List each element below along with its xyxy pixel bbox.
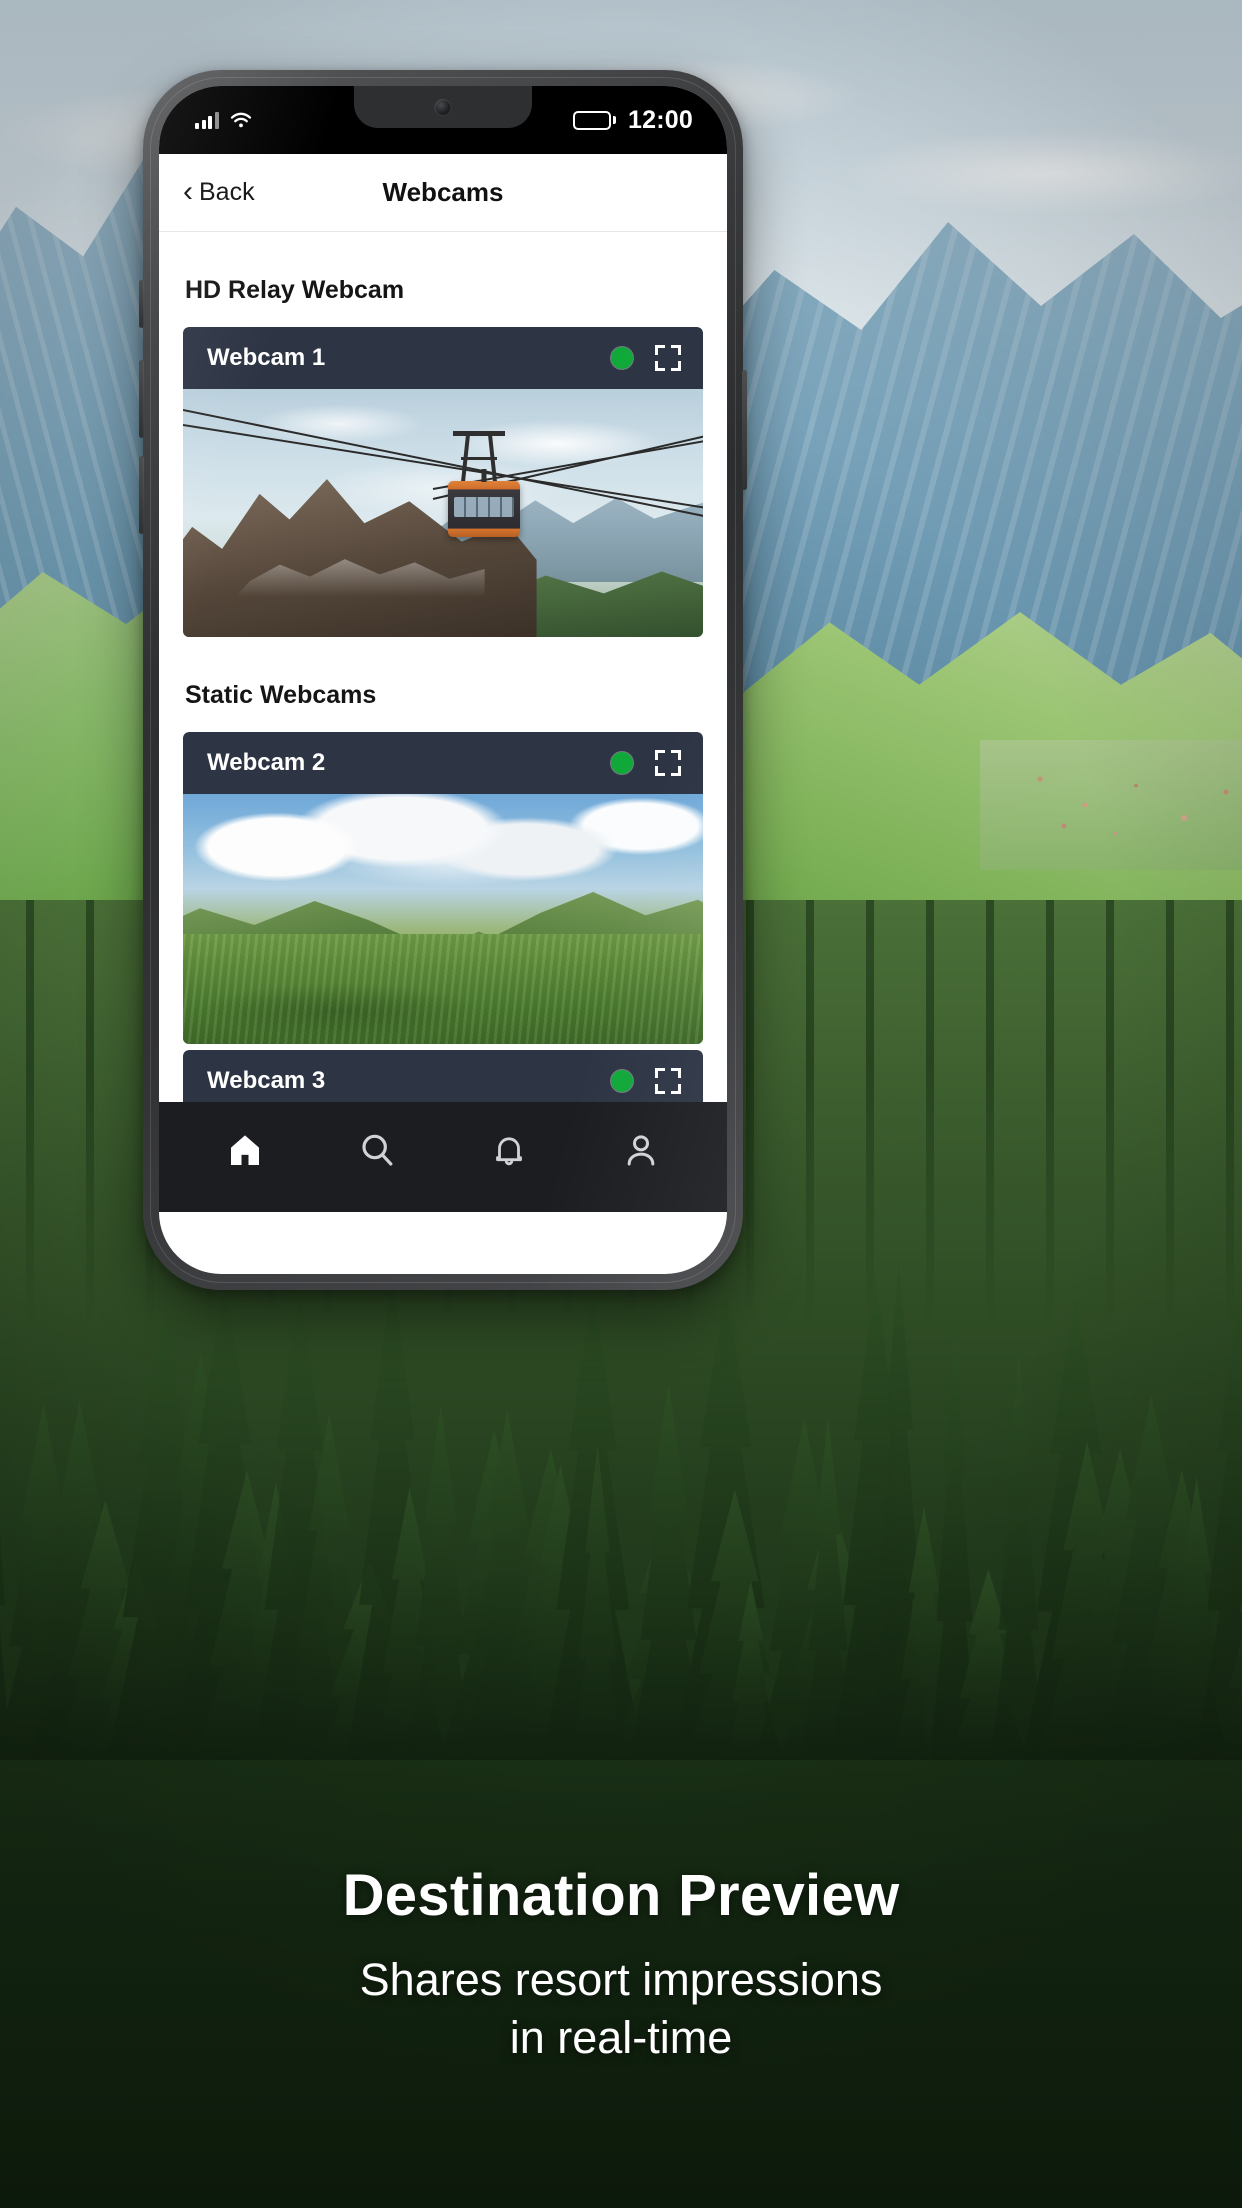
back-button[interactable]: ‹ Back [183, 174, 255, 208]
webcam-card-actions [611, 750, 681, 776]
search-icon [362, 1134, 393, 1166]
webcam-card-header: Webcam 3 [183, 1050, 703, 1102]
status-bar-left [195, 111, 252, 129]
webcam-card-actions [611, 345, 681, 371]
bottom-tab-bar [159, 1102, 727, 1212]
back-button-label: Back [199, 178, 255, 206]
webcam-card-1[interactable]: Webcam 1 [183, 327, 703, 637]
fullscreen-icon[interactable] [655, 345, 681, 371]
scene-gondola-cabin [448, 480, 521, 537]
chevron-left-icon: ‹ [183, 174, 193, 208]
home-icon [231, 1135, 259, 1165]
person-icon [627, 1135, 655, 1166]
webcam-name-3: Webcam 3 [207, 1067, 326, 1094]
live-dot-icon [611, 347, 633, 369]
section-title-hd-relay: HD Relay Webcam [185, 276, 405, 304]
phone-screen: 12:00 ‹ Back Webcams HD Relay Webcam Web… [159, 86, 727, 1274]
status-bar-right: 12:00 [573, 106, 693, 135]
front-camera-icon [434, 99, 452, 116]
scene-clouds [183, 794, 703, 909]
bell-icon [496, 1137, 522, 1166]
status-bar: 12:00 [159, 86, 727, 154]
mute-switch [139, 280, 144, 328]
navigation-bar: ‹ Back Webcams [159, 154, 727, 232]
section-title-static: Static Webcams [185, 681, 377, 709]
webcam-card-actions [611, 1068, 681, 1094]
tab-profile[interactable] [604, 1120, 678, 1180]
live-dot-icon [611, 1070, 633, 1092]
volume-down-button [139, 456, 144, 534]
live-dot-icon [611, 752, 633, 774]
tab-search[interactable] [340, 1120, 414, 1180]
caption-subtitle-line2: in real-time [509, 2011, 733, 2063]
tab-home[interactable] [208, 1120, 282, 1180]
phone-device-mockup: 12:00 ‹ Back Webcams HD Relay Webcam Web… [139, 70, 747, 1290]
webcam-card-header: Webcam 2 [183, 732, 703, 794]
signal-bars-icon [195, 111, 219, 129]
webcam-image-2[interactable] [183, 794, 703, 1044]
webcam-name-2: Webcam 2 [207, 749, 326, 776]
caption-subtitle: Shares resort impressions in real-time [0, 1951, 1242, 2066]
caption-block: Destination Preview Shares resort impres… [0, 1862, 1242, 2066]
fullscreen-icon[interactable] [655, 1068, 681, 1094]
webcam-name-1: Webcam 1 [207, 344, 326, 371]
webcam-list-scroll[interactable]: HD Relay Webcam Webcam 1 Static Webcams … [159, 232, 727, 1102]
tab-notifications[interactable] [472, 1120, 546, 1180]
fullscreen-icon[interactable] [655, 750, 681, 776]
caption-title: Destination Preview [342, 1863, 900, 1928]
notch [354, 86, 532, 128]
wifi-icon [230, 112, 252, 129]
scene-meadow [183, 934, 703, 1044]
webcam-card-3[interactable]: Webcam 3 [183, 1050, 703, 1102]
webcam-card-2[interactable]: Webcam 2 [183, 732, 703, 1044]
status-bar-clock: 12:00 [628, 105, 693, 134]
screenshot-stage: 12:00 ‹ Back Webcams HD Relay Webcam Web… [0, 0, 1242, 2208]
volume-up-button [139, 360, 144, 438]
webcam-image-1[interactable] [183, 389, 703, 637]
webcam-card-header: Webcam 1 [183, 327, 703, 389]
power-button [742, 370, 747, 490]
caption-subtitle-line1: Shares resort impressions [359, 1954, 883, 2005]
battery-full-icon [573, 110, 617, 130]
